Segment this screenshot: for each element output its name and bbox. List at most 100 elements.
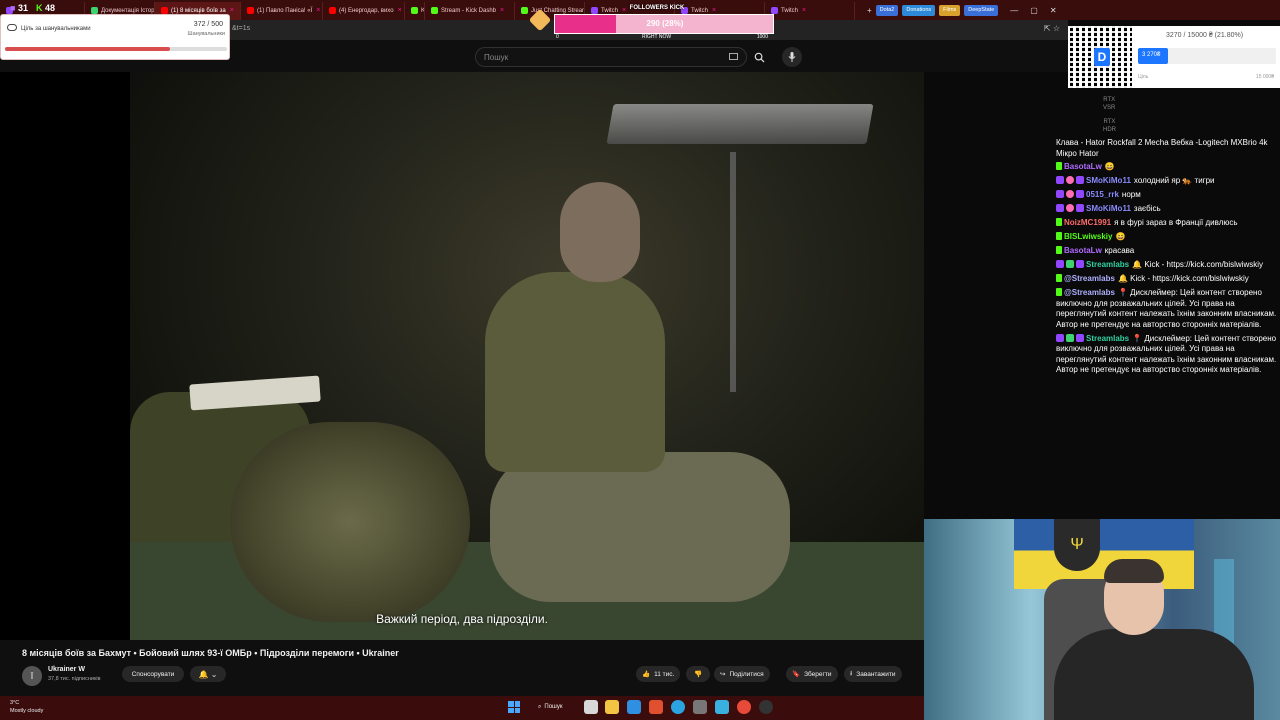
search-placeholder: Пошук [484, 52, 509, 62]
donation-goal-max: 15 000₴ [1255, 74, 1274, 80]
taskbar-search[interactable]: ⌕ Пошук [532, 700, 568, 714]
save-button[interactable]: 🔖 Зберегти [786, 666, 838, 682]
weather-widget[interactable]: 3°C Mostly cloudy [10, 699, 43, 715]
kick-badge-icon [1056, 218, 1062, 226]
browser-tab[interactable]: Kick× [405, 1, 425, 20]
webcam-streamer-hair [1104, 559, 1164, 583]
notification-bell-button[interactable]: 🔔 ⌄ [190, 666, 226, 682]
dislike-button[interactable]: 👎 [686, 666, 710, 682]
video-title: 8 місяців боїв за Бахмут • Бойовий шлях … [22, 648, 399, 658]
chat-username[interactable]: BISLwiwskiy [1064, 232, 1112, 241]
bell-icon: 🔔 [198, 669, 209, 679]
kick-badge-icon [1056, 162, 1062, 170]
chat-message: BasotaLw 😄 [1056, 162, 1278, 173]
channel-avatar[interactable]: Ї [22, 666, 42, 686]
browser-tab[interactable]: Stream - Kick Dashb × [425, 1, 515, 20]
taskbar-search-label: Пошук [544, 704, 563, 710]
browser-tab[interactable]: (1) Павло Паніса! «Ї × [241, 1, 323, 20]
voice-search-button[interactable] [782, 47, 802, 67]
kick-badge-icon [1056, 246, 1062, 254]
bookmark-pill[interactable]: Donations [902, 4, 936, 16]
channel-name[interactable]: Ukrainer W [48, 666, 85, 673]
kick-viewer-count: 48 [44, 3, 55, 13]
donatello-logo-icon: D [1094, 48, 1110, 66]
sponsor-button[interactable]: Спонсорувати [122, 666, 184, 682]
search-button[interactable] [747, 47, 771, 67]
file-explorer-icon[interactable] [605, 700, 619, 714]
telegram-icon[interactable] [671, 700, 685, 714]
kick-icon: K [35, 3, 43, 13]
donation-goal-bar: 3 270₴ [1138, 48, 1276, 64]
chat-text: 🔔 Kick - https://kick.com/bislwiwskiy [1117, 274, 1249, 283]
tab-close-icon[interactable]: × [230, 7, 234, 14]
followers-goal-widget: Ціль за шанувальниками 372 / 500 Шанувал… [0, 14, 230, 60]
chat-username[interactable]: SMoKiMo11 [1086, 204, 1131, 213]
chat-message: @Streamlabs 🔔 Kick - https://kick.com/bis… [1056, 274, 1278, 285]
thumbs-down-icon: 👎 [693, 671, 703, 678]
search-input[interactable]: Пошук [475, 47, 747, 67]
obs-icon[interactable] [759, 700, 773, 714]
chat-username[interactable]: BasotaLw [1064, 246, 1102, 255]
video-frame [130, 72, 924, 640]
store-icon[interactable] [715, 700, 729, 714]
browser-tab[interactable]: Twitch × [765, 1, 855, 20]
tab-favicon-icon [91, 7, 98, 14]
tab-label: (1) Павло Паніса! «Ї [257, 7, 313, 14]
kick-badge-icon [1056, 274, 1062, 282]
chat-text: норм [1121, 190, 1141, 199]
tab-label: Документація Історія [101, 7, 155, 14]
kick-goal-min: 0 [556, 34, 559, 40]
task-view-icon[interactable] [584, 700, 598, 714]
chat-username[interactable]: @Streamlabs [1064, 288, 1115, 297]
bookmark-pill[interactable]: Dota2 [875, 4, 899, 16]
chat-username[interactable]: NoizMC1991 [1064, 218, 1111, 227]
search-icon [754, 52, 765, 63]
share-button[interactable]: ↪ Поділитися [714, 666, 770, 682]
share-label: Поділитися [729, 670, 764, 678]
twitch-viewer-count: 31 [17, 3, 28, 13]
cloud-icon [7, 24, 17, 31]
chrome-icon[interactable] [737, 700, 751, 714]
firefox-icon[interactable] [649, 700, 663, 714]
chat-username[interactable]: Streamlabs [1086, 260, 1129, 269]
bookmark-pill[interactable]: Films [939, 4, 961, 16]
download-button[interactable]: ⭳ Завантажити [844, 666, 902, 682]
twitch-badge-icon [1076, 333, 1084, 342]
twitch-badge-icon [1076, 204, 1084, 212]
heart-badge-icon [1066, 176, 1074, 184]
bookmark-pill[interactable]: DeepState [964, 4, 999, 16]
like-button[interactable]: 👍 11 тис. [636, 666, 681, 682]
keyboard-icon[interactable] [729, 53, 738, 60]
kick-goal-mid: RIGHT NOW [642, 34, 672, 40]
browser-tab[interactable]: (4) Енергодар, вихо × [323, 1, 405, 20]
tab-close-icon[interactable]: × [802, 7, 806, 14]
close-window-icon[interactable]: ✕ [1050, 6, 1057, 15]
edge-icon[interactable] [627, 700, 641, 714]
twitch-badge-icon [1056, 260, 1064, 268]
tab-label: Stream - Kick Dashb [441, 7, 497, 14]
video-person-torso [485, 272, 665, 472]
kick-viewer-badge: K 48 [36, 3, 55, 13]
chat-username[interactable]: Streamlabs [1086, 334, 1129, 343]
tab-close-icon[interactable]: × [398, 7, 402, 14]
toolbar-icons[interactable]: ⇱ ☆ [1044, 24, 1060, 33]
kick-goal-value: 290 (28%) [646, 19, 684, 28]
twitch-badge-icon [1056, 333, 1064, 342]
chat-username[interactable]: 0515_rrk [1086, 190, 1119, 199]
tab-close-icon[interactable]: × [500, 7, 504, 14]
chat-username[interactable]: @Streamlabs [1064, 274, 1115, 283]
video-player[interactable]: Важкий період, два підрозділи. [0, 72, 924, 640]
chat-username[interactable]: BasotaLw [1064, 162, 1102, 171]
new-tab-button[interactable]: + [867, 6, 872, 15]
app-icon[interactable] [693, 700, 707, 714]
chat-message: SMoKiMo11 холодний яр 🐅 тигри [1056, 176, 1278, 187]
minimize-icon[interactable]: — [1010, 6, 1018, 15]
maximize-icon[interactable]: ▢ [1030, 6, 1038, 15]
qr-code: D [1070, 26, 1132, 88]
heart-badge-icon [1066, 190, 1074, 198]
windows-start-icon[interactable] [508, 701, 520, 713]
chat-username[interactable]: SMoKiMo11 [1086, 176, 1131, 185]
tab-close-icon[interactable]: × [316, 7, 320, 14]
address-bar-fragment[interactable]: &t=1s [232, 25, 250, 32]
tab-favicon-icon [161, 7, 168, 14]
